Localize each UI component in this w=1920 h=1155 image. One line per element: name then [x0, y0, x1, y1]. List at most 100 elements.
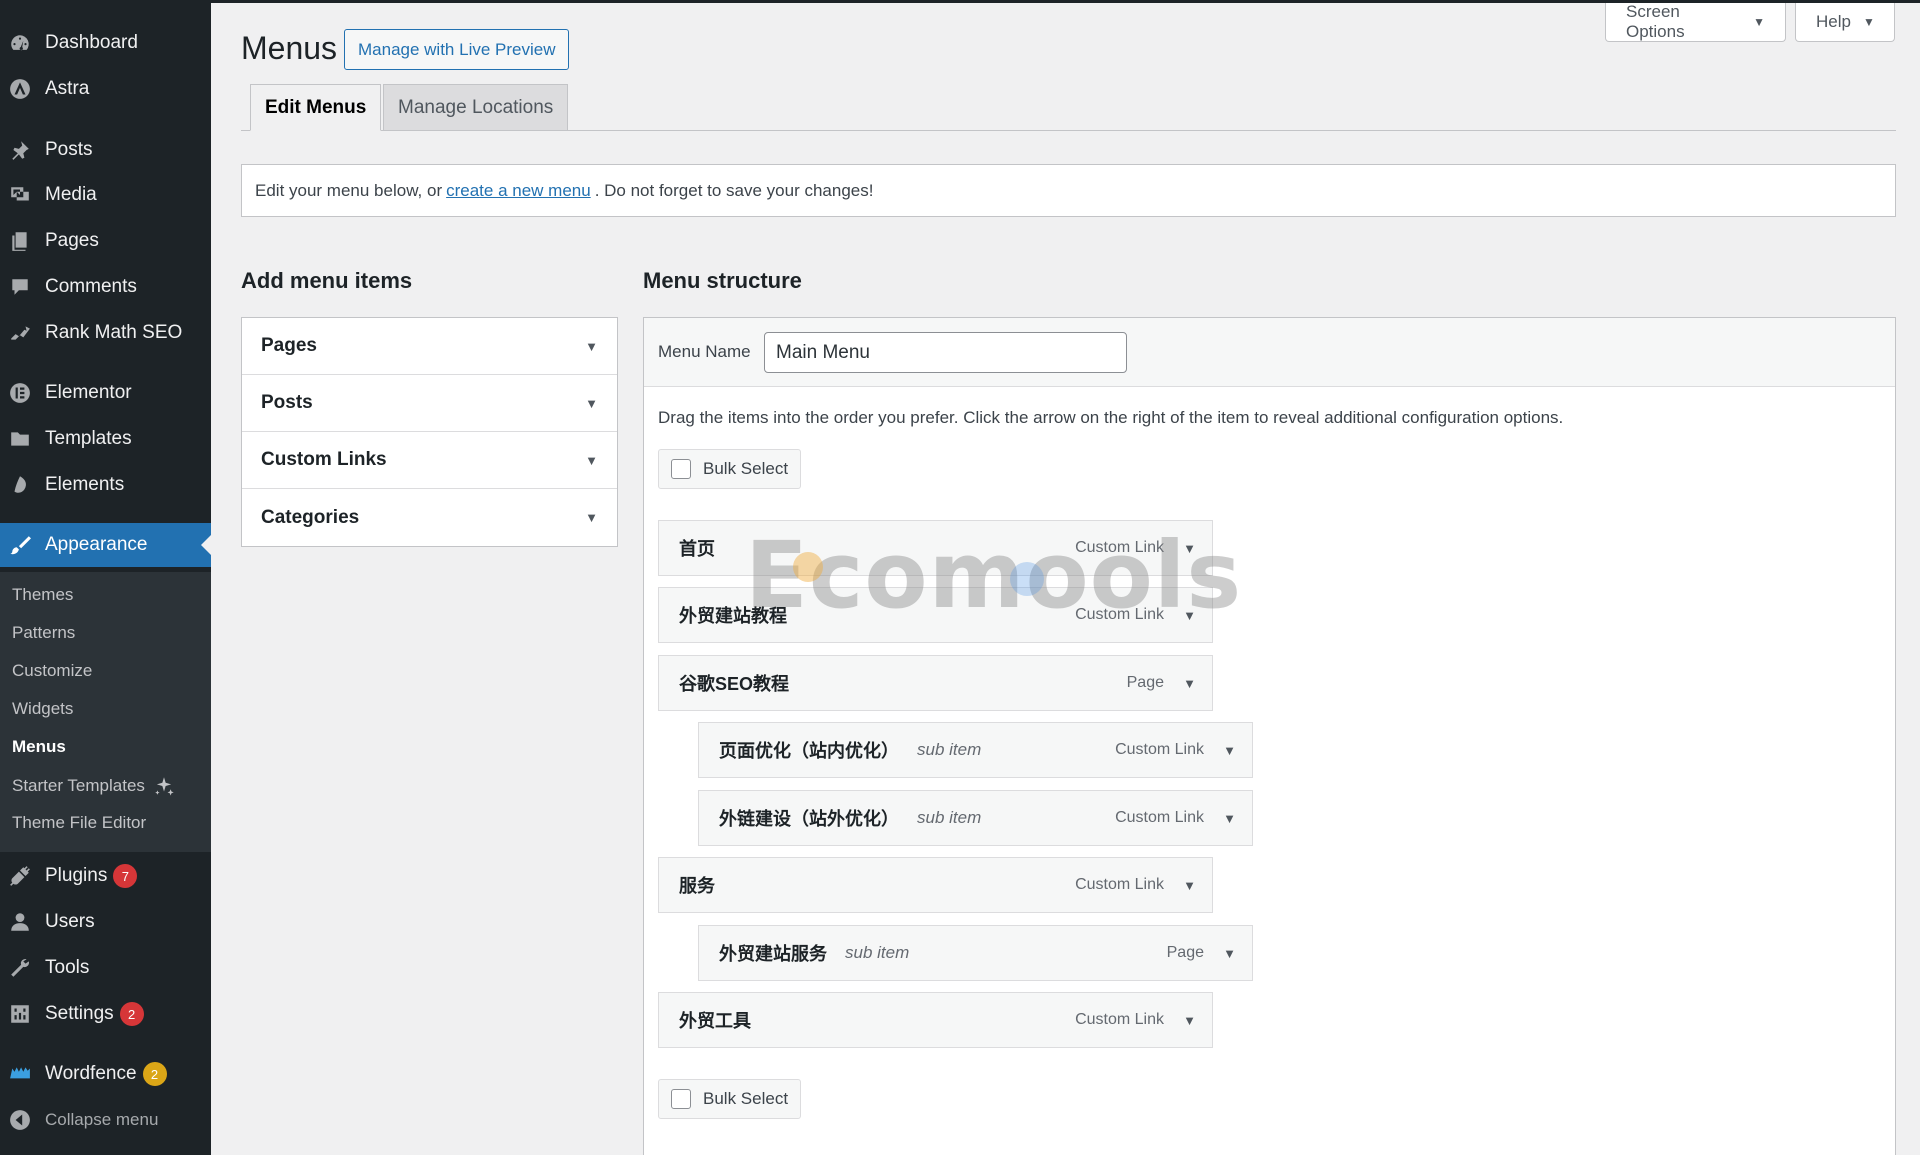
appearance-submenu: Themes Patterns Customize Widgets Menus …: [0, 572, 211, 852]
menu-item[interactable]: 谷歌SEO教程 Page ▼: [658, 655, 1213, 711]
brush-icon: [9, 534, 31, 556]
menu-item[interactable]: 服务 Custom Link ▼: [658, 857, 1213, 913]
accordion-label: Pages: [261, 335, 317, 356]
sidebar-item-plugins[interactable]: Plugins 7: [0, 854, 211, 898]
help-label: Help: [1816, 12, 1851, 31]
page-title: Menus: [241, 30, 338, 66]
bulk-select-checkbox[interactable]: [671, 1089, 691, 1109]
tab-edit-menus[interactable]: Edit Menus: [250, 84, 382, 131]
submenu-item-widgets[interactable]: Widgets: [12, 699, 73, 719]
expand-arrow-icon[interactable]: ▼: [1183, 541, 1196, 556]
menu-name-input[interactable]: [764, 332, 1127, 373]
sidebar-item-astra[interactable]: Astra: [0, 67, 211, 111]
info-notice: Edit your menu below, or create a new me…: [241, 164, 1896, 217]
sidebar-item-tools[interactable]: Tools: [0, 946, 211, 990]
accordion-label: Posts: [261, 392, 313, 413]
sidebar-item-templates[interactable]: Templates: [0, 417, 211, 461]
menu-name-label: Menu Name: [658, 342, 751, 361]
collapse-icon: [9, 1109, 31, 1131]
live-preview-button[interactable]: Manage with Live Preview: [344, 29, 570, 70]
expand-arrow-icon[interactable]: ▼: [1223, 743, 1236, 758]
menu-item-title: 外贸工具: [679, 1011, 751, 1031]
menu-item-type: Custom Link: [1115, 741, 1204, 758]
menu-item-sub[interactable]: 页面优化（站内优化） sub item Custom Link ▼: [698, 722, 1253, 778]
bulk-select-checkbox[interactable]: [671, 459, 691, 479]
pin-icon: [9, 139, 31, 161]
expand-arrow-icon[interactable]: ▼: [1183, 878, 1196, 893]
menu-item-type: Custom Link: [1115, 809, 1204, 826]
expand-arrow-icon[interactable]: ▼: [1223, 946, 1236, 961]
caret-down-icon: ▼: [585, 395, 598, 411]
sidebar-item-wordfence[interactable]: Wordfence 2: [0, 1052, 211, 1096]
tab-manage-locations[interactable]: Manage Locations: [383, 84, 569, 131]
submenu-item-themes[interactable]: Themes: [12, 585, 73, 605]
submenu-item-theme-file-editor[interactable]: Theme File Editor: [12, 813, 146, 833]
sidebar-item-label: Dashboard: [45, 32, 138, 53]
bulk-select-top[interactable]: Bulk Select: [658, 449, 802, 489]
sidebar-item-label: Astra: [45, 78, 90, 99]
elements-icon: [9, 474, 31, 496]
sidebar-item-label: Collapse menu: [45, 1110, 159, 1129]
sidebar-item-dashboard[interactable]: Dashboard: [0, 21, 211, 65]
accordion-label: Custom Links: [261, 449, 387, 470]
caret-down-icon: ▼: [1862, 15, 1875, 29]
sidebar-item-label: Elementor: [45, 382, 132, 403]
sidebar-item-comments[interactable]: Comments: [0, 265, 211, 309]
create-menu-link[interactable]: create a new menu: [446, 181, 591, 201]
sidebar-item-media[interactable]: Media: [0, 173, 211, 217]
expand-arrow-icon[interactable]: ▼: [1183, 1013, 1196, 1028]
bulk-select-bottom[interactable]: Bulk Select: [658, 1079, 802, 1119]
add-items-accordion: Pages ▼ Posts ▼ Custom Links ▼ Categorie…: [241, 317, 618, 547]
menu-item-title: 首页: [679, 539, 715, 559]
wrench-icon: [9, 957, 31, 979]
sidebar-item-label: Posts: [45, 139, 93, 160]
sidebar-item-posts[interactable]: Posts: [0, 128, 211, 172]
expand-arrow-icon[interactable]: ▼: [1183, 608, 1196, 623]
sidebar-item-users[interactable]: Users: [0, 900, 211, 944]
expand-arrow-icon[interactable]: ▼: [1223, 811, 1236, 826]
plugin-icon: [9, 865, 31, 887]
caret-down-icon: ▼: [585, 338, 598, 354]
menu-item-sub[interactable]: 外贸建站服务 sub item Page ▼: [698, 925, 1253, 981]
submenu-item-label: Starter Templates: [12, 776, 145, 795]
menu-item[interactable]: 外贸建站教程 Custom Link ▼: [658, 587, 1213, 643]
elementor-icon: [9, 382, 31, 404]
sidebar-item-label: Comments: [45, 276, 137, 297]
help-button[interactable]: Help ▼: [1795, 3, 1895, 42]
menu-structure-panel: Menu Name Drag the items into the order …: [643, 317, 1896, 1155]
menu-item[interactable]: 首页 Custom Link ▼: [658, 520, 1213, 576]
accordion-pages[interactable]: Pages ▼: [242, 318, 617, 375]
bulk-select-label: Bulk Select: [703, 1089, 789, 1108]
sidebar-item-rank-math-seo[interactable]: Rank Math SEO: [0, 311, 211, 355]
media-icon: [9, 184, 31, 206]
accordion-label: Categories: [261, 506, 360, 528]
submenu-item-starter-templates[interactable]: Starter Templates: [12, 775, 175, 797]
accordion-posts[interactable]: Posts ▼: [242, 375, 617, 432]
sidebar-item-appearance[interactable]: Appearance: [0, 523, 211, 567]
menu-item-sub[interactable]: 外链建设（站外优化） sub item Custom Link ▼: [698, 790, 1253, 846]
menu-structure-heading: Menu structure: [643, 268, 802, 293]
sidebar-item-elements[interactable]: Elements: [0, 463, 211, 507]
menu-item-type: Custom Link: [1075, 606, 1164, 623]
collapse-menu-button[interactable]: Collapse menu: [0, 1098, 211, 1142]
menu-item[interactable]: 外贸工具 Custom Link ▼: [658, 992, 1213, 1048]
sidebar-item-settings[interactable]: Settings 2: [0, 992, 211, 1036]
sidebar-item-label: Elements: [45, 474, 125, 495]
sidebar-item-label: Users: [45, 911, 95, 932]
sidebar-item-elementor[interactable]: Elementor: [0, 371, 211, 415]
menu-item-title: 外链建设（站外优化）: [719, 809, 899, 829]
menu-item-title: 谷歌SEO教程: [679, 674, 790, 694]
accordion-categories[interactable]: Categories ▼: [242, 489, 617, 546]
accordion-custom-links[interactable]: Custom Links ▼: [242, 432, 617, 489]
submenu-item-menus[interactable]: Menus: [12, 737, 66, 757]
submenu-item-customize[interactable]: Customize: [12, 661, 92, 681]
sidebar-item-label: Rank Math SEO: [45, 322, 183, 343]
sidebar-item-label: Media: [45, 184, 97, 205]
menu-item-type: Page: [1166, 944, 1204, 961]
screen-options-button[interactable]: Screen Options ▼: [1605, 2, 1786, 42]
sidebar-item-pages[interactable]: Pages: [0, 219, 211, 263]
submenu-item-patterns[interactable]: Patterns: [12, 623, 75, 643]
caret-down-icon: ▼: [585, 510, 598, 525]
expand-arrow-icon[interactable]: ▼: [1183, 676, 1196, 691]
sub-item-tag: sub item: [917, 740, 982, 759]
